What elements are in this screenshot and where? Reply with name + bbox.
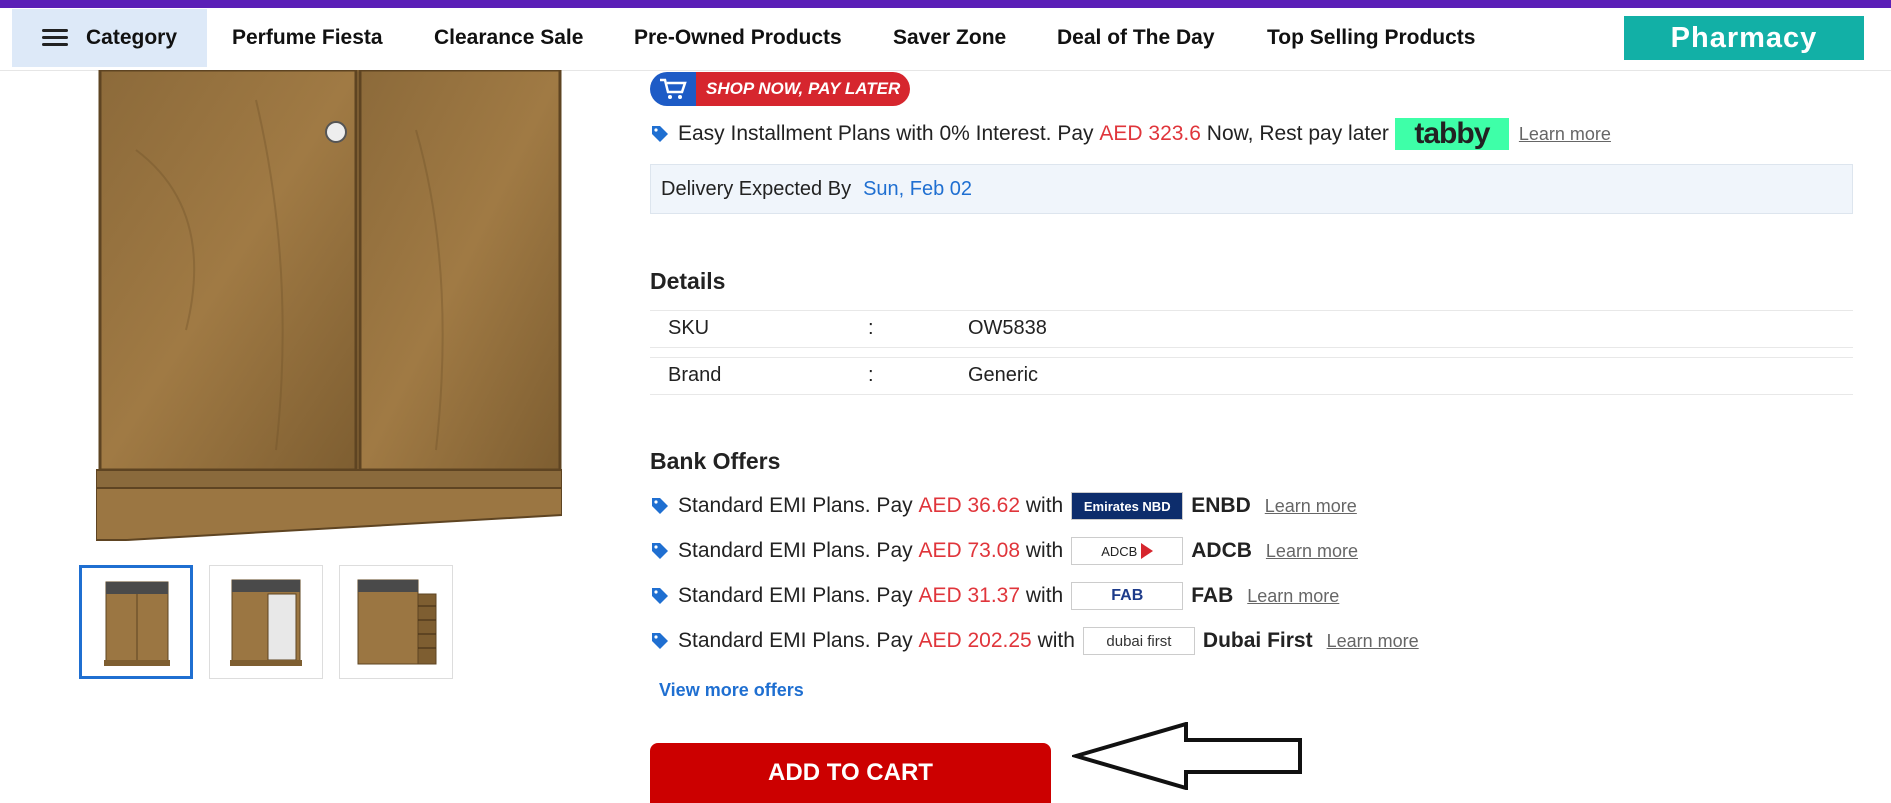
details-value: OW5838 — [968, 317, 1047, 339]
bank-learn-more-link[interactable]: Learn more — [1327, 631, 1419, 652]
bank-learn-more-link[interactable]: Learn more — [1266, 541, 1358, 562]
nav-top-selling-products[interactable]: Top Selling Products — [1267, 26, 1475, 50]
details-key: Brand — [668, 364, 722, 386]
tabby-logo: tabby — [1394, 117, 1509, 150]
bank-name: FAB — [1191, 584, 1234, 607]
cabinet-thumbnail-image — [230, 579, 302, 666]
bank-learn-more-link[interactable]: Learn more — [1247, 586, 1339, 607]
bank-name: ENBD — [1191, 494, 1251, 517]
nav-pre-owned-products[interactable]: Pre-Owned Products — [634, 26, 842, 50]
price-tag-icon — [652, 588, 668, 604]
enbd-logo: Emirates NBD — [1071, 492, 1184, 520]
installment-plan-row: Easy Installment Plans with 0% Interest.… — [650, 117, 1611, 150]
offer-with: with — [1037, 629, 1075, 652]
details-separator: : — [868, 364, 874, 386]
top-navigation: Category Perfume Fiesta Clearance Sale P… — [0, 8, 1891, 71]
price-tag-icon — [652, 498, 668, 514]
hamburger-icon — [42, 29, 68, 47]
installment-text: Easy Installment Plans with 0% Interest.… — [678, 122, 1094, 145]
price-tag-icon — [652, 543, 668, 559]
offer-text: Standard EMI Plans. Pay — [678, 539, 913, 562]
pharmacy-button[interactable]: Pharmacy — [1624, 16, 1864, 60]
bank-offer-row: Standard EMI Plans. Pay AED 31.37 with F… — [650, 582, 1339, 610]
nav-saver-zone[interactable]: Saver Zone — [893, 26, 1006, 50]
bank-name: Dubai First — [1202, 629, 1313, 652]
left-arrow-icon — [1072, 722, 1302, 790]
details-row: SKU : OW5838 — [650, 310, 1853, 348]
delivery-label: Delivery Expected By — [661, 177, 852, 200]
delivery-expected-box: Delivery Expected By Sun, Feb 02 — [650, 164, 1853, 214]
shop-now-pay-later-text: SHOP NOW, PAY LATER — [696, 72, 911, 106]
offer-text: Standard EMI Plans. Pay — [678, 629, 913, 652]
view-more-offers-link[interactable]: View more offers — [659, 680, 804, 701]
details-heading: Details — [650, 268, 726, 294]
adcb-logo-text: ADCB — [1101, 543, 1138, 559]
bank-offer-row: Standard EMI Plans. Pay AED 73.08 with A… — [650, 537, 1358, 565]
product-main-image[interactable] — [96, 70, 562, 544]
offer-amount: AED 73.08 — [918, 539, 1021, 562]
offer-with: with — [1025, 584, 1064, 607]
top-accent-bar — [0, 0, 1891, 8]
adcb-mark-icon — [1141, 543, 1154, 559]
adcb-logo: ADCB — [1071, 537, 1184, 565]
installment-amount: AED 323.6 — [1099, 122, 1201, 145]
tabby-learn-more-link[interactable]: Learn more — [1519, 124, 1611, 145]
details-value: Generic — [968, 364, 1039, 386]
delivery-date: Sun, Feb 02 — [863, 177, 973, 200]
nav-clearance-sale[interactable]: Clearance Sale — [434, 26, 583, 50]
bank-offer-row: Standard EMI Plans. Pay AED 202.25 with … — [650, 627, 1419, 655]
offer-text: Standard EMI Plans. Pay — [678, 494, 913, 517]
category-menu-button[interactable]: Category — [12, 9, 207, 67]
shop-now-pay-later-badge[interactable]: SHOP NOW, PAY LATER — [650, 72, 911, 106]
installment-suffix: Now, Rest pay later — [1206, 122, 1389, 145]
bank-offers-heading: Bank Offers — [650, 448, 781, 474]
offer-text: Standard EMI Plans. Pay — [678, 584, 913, 607]
offer-with: with — [1025, 494, 1064, 517]
bank-offer-row: Standard EMI Plans. Pay AED 36.62 with E… — [650, 492, 1357, 520]
dubai-first-logo: dubai first — [1082, 627, 1195, 655]
nav-deal-of-the-day[interactable]: Deal of The Day — [1057, 26, 1215, 50]
category-label: Category — [86, 26, 178, 49]
nav-perfume-fiesta[interactable]: Perfume Fiesta — [232, 26, 383, 50]
details-row: Brand : Generic — [650, 357, 1853, 395]
fab-logo: FAB — [1071, 582, 1184, 610]
offer-amount: AED 202.25 — [918, 629, 1032, 652]
bank-name: ADCB — [1191, 539, 1252, 562]
thumbnail-3[interactable] — [339, 565, 453, 679]
add-to-cart-button[interactable]: ADD TO CART — [650, 743, 1051, 803]
offer-with: with — [1025, 539, 1064, 562]
price-tag-icon — [652, 633, 668, 649]
offer-amount: AED 31.37 — [918, 584, 1021, 607]
shopping-cart-icon — [650, 72, 696, 106]
cabinet-thumbnail-image — [357, 579, 437, 665]
details-key: SKU — [668, 317, 710, 339]
price-tag-icon — [652, 126, 668, 142]
thumbnail-1[interactable] — [79, 565, 193, 679]
thumbnail-2[interactable] — [209, 565, 323, 679]
cabinet-thumbnail-image — [104, 581, 170, 666]
offer-amount: AED 36.62 — [918, 494, 1021, 517]
details-separator: : — [868, 317, 874, 339]
bank-learn-more-link[interactable]: Learn more — [1265, 496, 1357, 517]
